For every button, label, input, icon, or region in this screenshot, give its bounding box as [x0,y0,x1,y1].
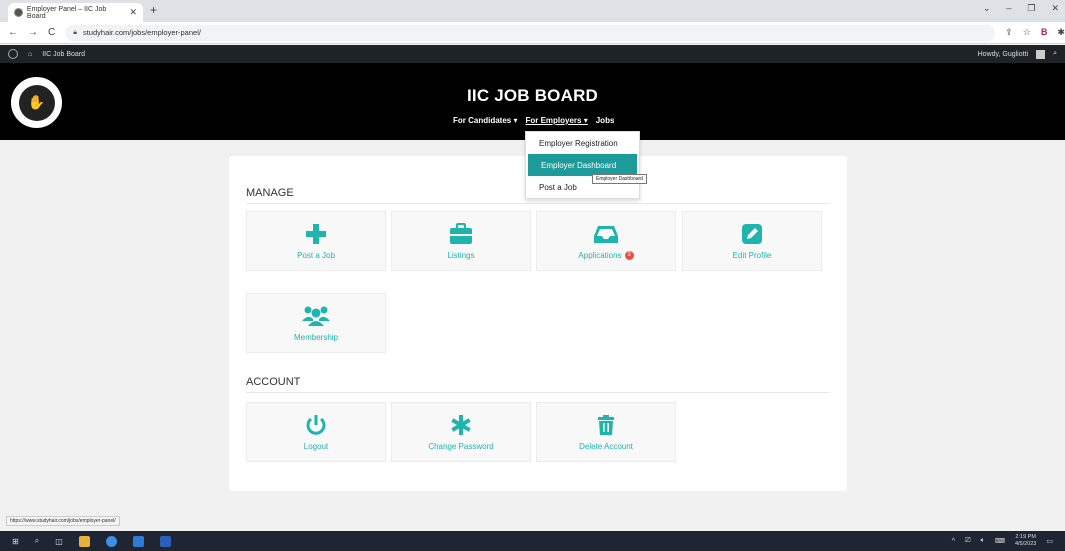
browser-tab[interactable]: Employer Panel – IIC Job Board ✕ [8,3,143,22]
manage-heading: MANAGE [246,187,294,199]
tile-label: Membership [293,332,338,342]
site-header: ✋ IIC JOB BOARD For Candidates ▾ For Emp… [0,63,1065,140]
pencil-icon [741,223,763,245]
extensions-puzzle-icon[interactable]: ✱ [1057,27,1065,38]
tile-label: Applications [578,250,622,260]
browser-tab-bar: Employer Panel – IIC Job Board ✕ + ⌄ – ❐… [0,0,1065,22]
bookmark-star-icon[interactable]: ☆ [1023,27,1031,38]
divider [246,392,830,393]
address-bar-row: ← → C 🔒︎ studyhair.com/jobs/employer-pan… [0,22,1065,44]
tile-change-password[interactable]: Change Password [391,402,531,462]
tile-applications[interactable]: Applications 3 [536,211,676,271]
tile-delete-account[interactable]: Delete Account [536,402,676,462]
tile-logout[interactable]: Logout [246,402,386,462]
search-icon[interactable]: ⌕ [35,536,39,546]
word-icon[interactable] [159,535,171,547]
back-icon[interactable]: ← [8,27,18,38]
tile-label: Logout [303,441,329,451]
power-icon [305,414,327,436]
tile-membership[interactable]: Membership [246,293,386,353]
avatar[interactable] [1036,49,1046,59]
tooltip: Employer Dashboard [592,174,647,184]
wordpress-logo-icon[interactable] [8,49,18,59]
users-icon [301,305,331,327]
tile-label: Change Password [428,441,494,451]
task-view-icon[interactable]: ◫ [55,537,63,546]
nav-for-candidates[interactable]: For Candidates ▾ [453,116,517,125]
clock[interactable]: 2:19 PM 4/5/2023 [1015,534,1036,548]
notifications-icon[interactable]: ▭ [1046,537,1053,545]
main-nav: For Candidates ▾ For Employers ▾ Jobs [453,116,614,125]
admin-site-name[interactable]: IIC Job Board [42,51,85,58]
plus-icon [305,223,327,245]
keyboard-icon[interactable]: ⌨ [995,537,1005,545]
lock-icon: 🔒︎ [73,28,77,36]
windows-taskbar: ⊞ ⌕ ◫ ^ ⎚ 🔈︎ ⌨ 2:19 PM 4/5/2023 ▭ [0,531,1065,551]
url-text: studyhair.com/jobs/employer-panel/ [82,28,201,37]
tile-label: Listings [447,250,475,260]
tab-close-icon[interactable]: ✕ [129,7,137,18]
tile-listings[interactable]: Listings [391,211,531,271]
tab-search-icon[interactable]: ⌄ [983,3,991,14]
tile-post-a-job[interactable]: Post a Job [246,211,386,271]
asterisk-icon [450,414,472,436]
browser-extensions: ⇪ ☆ B ✱ ◧ ● ⋮ [1005,27,1065,38]
volume-icon[interactable]: 🔈︎ [981,537,985,545]
chevron-up-icon[interactable]: ^ [952,538,955,545]
search-icon[interactable]: ⌕ [1053,50,1057,58]
inbox-icon [593,223,619,245]
wp-admin-bar: ⌂ IIC Job Board Howdy, Gugliotti ⌕ [0,45,1065,63]
applications-count-badge: 3 [624,250,634,260]
url-field[interactable]: 🔒︎ studyhair.com/jobs/employer-panel/ [65,24,996,41]
tile-label: Post a Job [297,250,335,260]
clock-date: 4/5/2023 [1014,541,1037,547]
site-favicon-icon [14,8,23,17]
forward-icon[interactable]: → [28,27,38,38]
employers-dropdown-menu: Employer Registration Employer Dashboard… [525,131,640,199]
tile-label: Edit Profile [732,250,772,260]
account-heading: ACCOUNT [246,376,301,388]
minimize-icon[interactable]: – [1006,3,1011,14]
tile-label: Delete Account [579,441,633,451]
window-controls: ⌄ – ❐ ✕ [983,3,1059,14]
window-close-icon[interactable]: ✕ [1051,3,1059,14]
employer-panel-card: MANAGE Post a Job Listings Applications … [229,156,847,491]
chrome-icon[interactable] [105,535,117,547]
maximize-icon[interactable]: ❐ [1027,3,1035,14]
admin-greeting[interactable]: Howdy, Gugliotti [978,51,1028,58]
file-explorer-icon[interactable] [78,535,90,547]
home-icon[interactable]: ⌂ [28,51,32,58]
network-icon[interactable]: ⎚ [965,537,971,545]
nav-for-employers[interactable]: For Employers ▾ [525,116,587,125]
clock-time: 2:19 PM [1015,534,1036,540]
tile-edit-profile[interactable]: Edit Profile [682,211,822,271]
new-tab-icon[interactable]: + [150,3,157,17]
extension-icon[interactable]: B [1041,27,1048,38]
divider [246,203,830,204]
tab-title: Employer Panel – IIC Job Board [26,5,107,20]
reload-icon[interactable]: C [48,27,55,38]
menu-item-employer-dashboard[interactable]: Employer Dashboard [528,154,637,176]
status-url: https://www.studyhair.com/jobs/employer-… [6,516,120,526]
briefcase-icon [449,222,473,245]
outlook-icon[interactable] [132,535,144,547]
site-title[interactable]: IIC JOB BOARD [0,86,1065,106]
menu-item-employer-registration[interactable]: Employer Registration [526,132,639,154]
trash-icon [596,414,616,436]
share-icon[interactable]: ⇪ [1005,27,1013,38]
windows-start-icon[interactable]: ⊞ [12,537,19,546]
nav-jobs[interactable]: Jobs [596,116,615,125]
